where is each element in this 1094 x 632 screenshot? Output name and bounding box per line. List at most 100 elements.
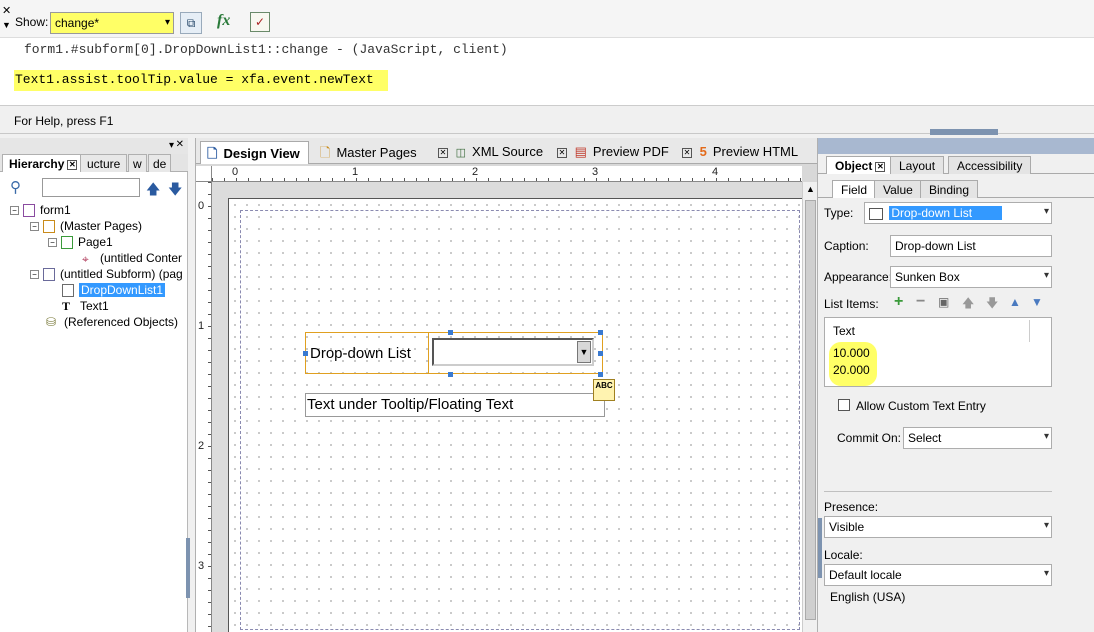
subtab-field[interactable]: Field: [832, 180, 877, 198]
tree-item-page1[interactable]: − Page1: [48, 234, 113, 250]
tree-item-form1[interactable]: − form1: [10, 202, 71, 218]
presence-label: Presence:: [824, 500, 879, 514]
type-select[interactable]: Drop-down List ▾: [864, 202, 1052, 224]
collapse-toggle-icon[interactable]: −: [30, 221, 39, 231]
text-field[interactable]: Text under Tooltip/Floating Text: [305, 393, 605, 417]
caption-input[interactable]: Drop-down List: [890, 235, 1052, 257]
chevron-down-icon: ▾: [1043, 568, 1049, 579]
ruler-label: 3: [592, 166, 599, 178]
selection-handle[interactable]: [448, 372, 453, 377]
sort-down-icon[interactable]: ▼: [1031, 295, 1043, 309]
tab-close-icon[interactable]: ✕: [557, 147, 567, 158]
collapse-toggle-icon[interactable]: −: [30, 269, 39, 279]
allow-custom-checkbox[interactable]: [838, 399, 850, 411]
collapse-toggle-icon[interactable]: −: [10, 205, 19, 215]
close-icon[interactable]: ✕: [2, 4, 11, 17]
selection-handle[interactable]: [448, 330, 453, 335]
subtab-value[interactable]: Value: [874, 180, 922, 198]
tree-item-dropdownlist1[interactable]: DropDownList1: [62, 282, 166, 298]
appearance-label: Appearance:: [824, 270, 893, 284]
move-up-icon[interactable]: 🡅: [962, 294, 974, 315]
collapse-toggle-icon[interactable]: −: [48, 237, 57, 247]
function-icon[interactable]: fx: [217, 12, 230, 30]
list-items-table[interactable]: Text 10.000 20.000: [824, 317, 1052, 387]
sort-up-icon[interactable]: ▲: [1009, 295, 1021, 309]
locale-label: Locale:: [824, 548, 863, 562]
ruler-label: 4: [712, 166, 719, 178]
splitter-handle-right[interactable]: [818, 518, 822, 578]
tab-accessibility[interactable]: Accessibility: [948, 156, 1032, 174]
selection-handle[interactable]: [598, 351, 603, 356]
tab-layout[interactable]: Layout: [890, 156, 945, 174]
column-divider: [1029, 320, 1030, 342]
design-area: 🗋 Design View 🗋 Master Pages ✕ ◫ XML Source…: [195, 138, 818, 632]
ruler-corner: [196, 166, 212, 182]
scroll-up-icon[interactable]: ▲: [806, 184, 815, 194]
arrow-down-icon[interactable]: 🡇: [168, 179, 182, 203]
tab-close-icon[interactable]: ✕: [682, 147, 692, 158]
panel-menu-icon[interactable]: ▾: [169, 140, 174, 151]
list-item[interactable]: 10.000: [833, 346, 870, 360]
tab-structure[interactable]: ucture: [80, 154, 128, 172]
dropdown-arrow-icon[interactable]: ▼: [577, 341, 591, 363]
tab-hierarchy[interactable]: Hierarchy ✕: [2, 154, 85, 172]
selection-handle[interactable]: [598, 372, 603, 377]
appearance-select[interactable]: Sunken Box ▾: [890, 266, 1052, 288]
tree-item-content-area[interactable]: ⌖ (untitled Conter: [82, 250, 182, 266]
vertical-scrollbar[interactable]: ▲: [802, 182, 818, 632]
subform-icon: [43, 267, 55, 281]
master-page-icon: 🗋: [320, 145, 331, 160]
tab-master-pages[interactable]: 🗋 Master Pages: [314, 141, 425, 164]
panel-close-icon[interactable]: ✕: [176, 139, 184, 150]
caption-divider: [428, 332, 429, 374]
arrow-up-icon[interactable]: 🡅: [146, 179, 160, 203]
dropdown-type-icon: [869, 207, 883, 220]
tab-object[interactable]: Object ✕: [826, 156, 895, 174]
tree-item-master-pages[interactable]: − (Master Pages): [30, 218, 142, 234]
design-canvas[interactable]: Drop-down List ▼ Text under Tooltip/Floa…: [212, 182, 802, 632]
splitter-handle[interactable]: [930, 129, 998, 135]
tab-data[interactable]: de: [148, 154, 172, 172]
ruler-label: 0: [232, 166, 239, 178]
hierarchy-search-input[interactable]: [42, 178, 140, 197]
script-code-line[interactable]: Text1.assist.toolTip.value = xfa.event.n…: [14, 70, 388, 91]
allow-custom-label: Allow Custom Text Entry: [856, 399, 986, 413]
selection-handle[interactable]: [303, 351, 308, 356]
script-editor[interactable]: form1.#subform[0].DropDownList1::change …: [0, 38, 1094, 106]
locale-select[interactable]: Default locale ▾: [824, 564, 1052, 586]
tab-preview-html[interactable]: ✕ 5 Preview HTML: [676, 141, 806, 164]
commit-on-select[interactable]: Select ▾: [903, 427, 1052, 449]
show-event-select[interactable]: change* ▾: [50, 12, 174, 34]
duplicate-window-icon[interactable]: ⧉: [180, 12, 202, 34]
object-tabs: Object ✕ Layout Accessibility: [818, 156, 1094, 174]
subtab-binding[interactable]: Binding: [920, 180, 979, 198]
collapse-icon[interactable]: ▼: [2, 20, 11, 30]
tab-close-icon[interactable]: ✕: [67, 159, 78, 170]
search-icon: ⚲: [10, 179, 21, 196]
selection-handle[interactable]: [598, 330, 603, 335]
remove-item-icon[interactable]: −: [916, 293, 925, 311]
dropdown-field-icon: [62, 283, 74, 297]
tree-item-text1[interactable]: T Text1: [62, 298, 109, 314]
presence-select[interactable]: Visible ▾: [824, 516, 1052, 538]
add-item-icon[interactable]: +: [894, 293, 903, 311]
tab-close-icon[interactable]: ✕: [875, 161, 886, 172]
splitter-handle-left[interactable]: [186, 538, 190, 598]
dropdown-field[interactable]: Drop-down List ▼: [303, 330, 603, 377]
clipboard-icon[interactable]: ▣: [938, 295, 949, 309]
object-palette: Object ✕ Layout Accessibility Field Value…: [817, 138, 1094, 632]
list-item[interactable]: 20.000: [833, 363, 870, 377]
tab-xml-source[interactable]: ✕ ◫ XML Source: [432, 141, 551, 164]
tree-item-untitled-subform[interactable]: − (untitled Subform) (pag: [30, 266, 183, 282]
xml-icon: ◫: [455, 147, 467, 159]
tab-preview-pdf[interactable]: ✕ ▤ Preview PDF: [551, 141, 677, 164]
tree-item-referenced-objects[interactable]: ⛁ (Referenced Objects): [46, 314, 178, 330]
tab-close-icon[interactable]: ✕: [438, 147, 448, 158]
text-field-icon: T: [62, 298, 71, 313]
scroll-thumb[interactable]: [805, 200, 816, 620]
tab-view[interactable]: w: [128, 154, 147, 172]
tab-design-view[interactable]: 🗋 Design View: [200, 141, 309, 164]
check-script-icon[interactable]: ✓: [250, 12, 270, 32]
dropdown-input[interactable]: ▼: [432, 338, 594, 366]
move-down-icon[interactable]: 🡇: [986, 294, 998, 315]
